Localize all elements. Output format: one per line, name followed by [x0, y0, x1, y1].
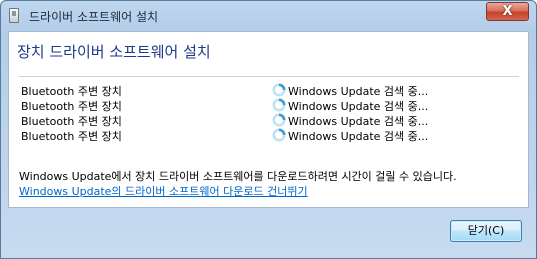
device-name: Bluetooth 주변 장치	[21, 130, 122, 143]
window-title: 드라이버 소프트웨어 설치	[29, 10, 159, 24]
divider	[19, 76, 519, 77]
status-text: Windows Update 검색 중...	[288, 130, 429, 143]
device-row: Bluetooth 주변 장치 Windows Update 검색 중...	[9, 127, 530, 143]
busy-spinner-icon	[272, 113, 286, 127]
window-close-button[interactable]: X	[486, 2, 529, 21]
close-button[interactable]: 닫기(C)	[450, 220, 522, 242]
dialog-content: 장치 드라이버 소프트웨어 설치 Bluetooth 주변 장치 Windows…	[8, 31, 529, 208]
device-row: Bluetooth 주변 장치 Windows Update 검색 중...	[9, 112, 530, 128]
busy-spinner-icon	[272, 98, 286, 112]
info-text: Windows Update에서 장치 드라이버 소프트웨어를 다운로드하려면 …	[19, 170, 457, 183]
device-row: Bluetooth 주변 장치 Windows Update 검색 중...	[9, 97, 530, 113]
dialog-window: 드라이버 소프트웨어 설치 X 장치 드라이버 소프트웨어 설치 Bluetoo…	[0, 0, 537, 259]
page-title: 장치 드라이버 소프트웨어 설치	[17, 43, 211, 61]
skip-windows-update-link[interactable]: Windows Update의 드라이버 소프트웨어 다운로드 건너뛰기	[19, 183, 308, 199]
title-bar[interactable]: 드라이버 소프트웨어 설치 X	[1, 1, 536, 31]
device-row: Bluetooth 주변 장치 Windows Update 검색 중...	[9, 82, 530, 98]
busy-spinner-icon	[272, 83, 286, 97]
busy-spinner-icon	[272, 128, 286, 142]
device-icon	[9, 8, 19, 23]
